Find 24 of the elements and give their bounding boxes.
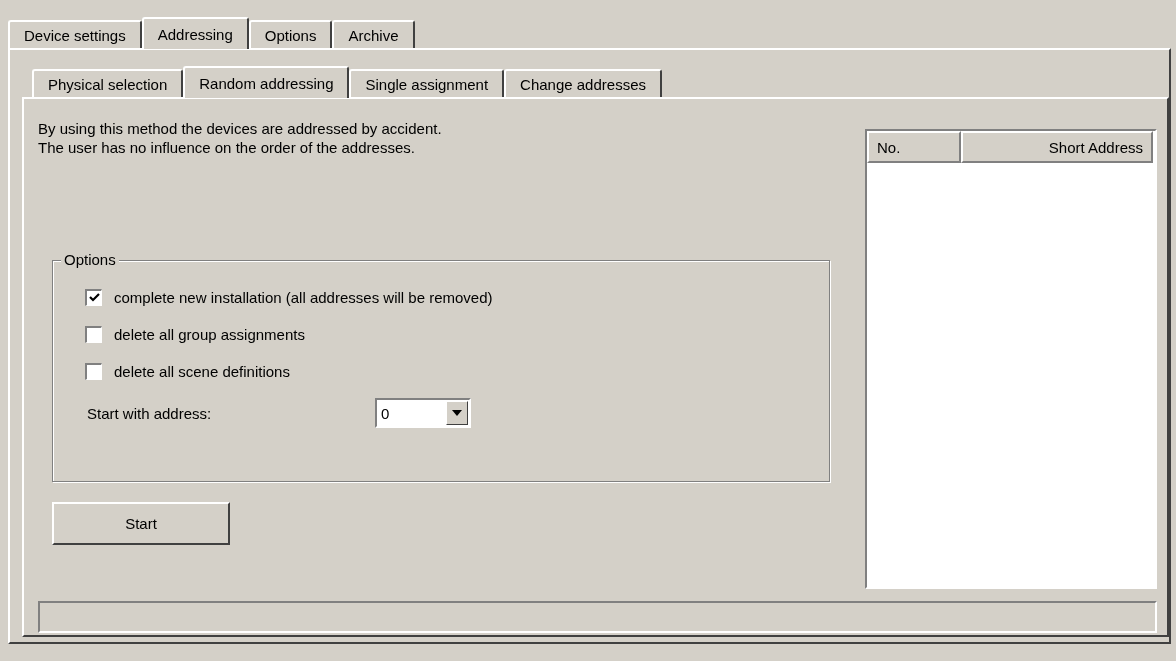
tab[interactable]: Options [248,20,333,48]
check-icon [88,292,100,303]
checkbox-label[interactable]: complete new installation (all addresses will be removed) [114,288,493,306]
tab[interactable]: Device settings [8,20,142,48]
checkbox[interactable] [85,288,102,306]
group-title: Options [61,251,119,268]
column-header[interactable]: No. [867,131,961,163]
checkbox[interactable] [85,325,102,343]
description-text: The user has no influence on the order of the addresses. [38,138,416,157]
description-text: By using this method the devices are addressed by accident. [38,119,443,138]
tab[interactable]: Addressing [141,17,249,49]
checkbox-label[interactable]: delete all scene definitions [114,362,290,380]
checkbox-label[interactable]: delete all group assignments [114,325,305,343]
address-dropdown[interactable]: 0 [375,398,471,428]
tab[interactable]: Archive [332,20,415,48]
start-button[interactable]: Start [52,502,230,545]
tab[interactable]: Physical selection [32,69,184,97]
tab[interactable]: Change addresses [504,69,662,97]
dropdown-arrow-icon [452,410,462,416]
checkbox[interactable] [85,362,102,380]
tab[interactable]: Random addressing [183,66,350,98]
tab[interactable]: Single assignment [349,69,505,97]
field-label: Start with address: [87,404,213,422]
column-header[interactable]: Short Address [961,131,1153,163]
